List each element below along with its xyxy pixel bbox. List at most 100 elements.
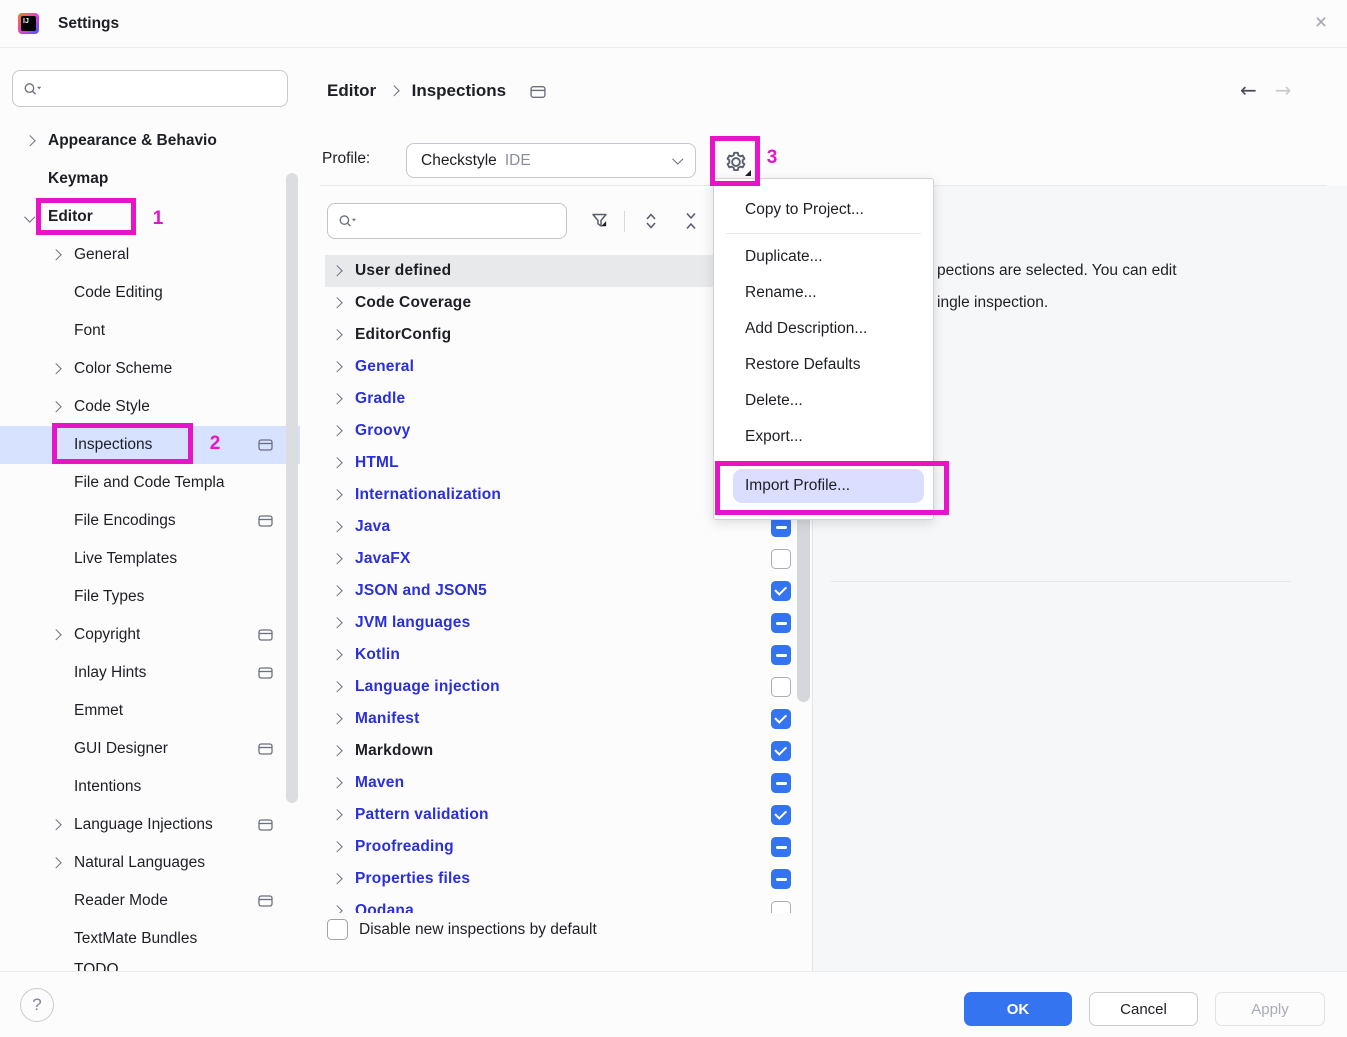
inspections-search-input[interactable] <box>357 213 556 230</box>
disable-new-inspections-checkbox[interactable] <box>327 919 348 940</box>
chevron-right-icon[interactable] <box>331 714 342 725</box>
sidebar-item-inspections[interactable]: Inspections <box>0 426 300 464</box>
sidebar-search[interactable] <box>12 70 288 107</box>
menu-item-duplicate[interactable]: Duplicate... <box>714 239 933 275</box>
chevron-right-icon[interactable] <box>50 402 61 413</box>
chevron-right-icon[interactable] <box>331 394 342 405</box>
chevron-right-icon[interactable] <box>331 778 342 789</box>
checkbox-checked[interactable] <box>771 741 791 761</box>
checkbox-indeterminate[interactable] <box>771 645 791 665</box>
sidebar-item-intentions[interactable]: Intentions <box>0 768 300 806</box>
checkbox-checked[interactable] <box>771 805 791 825</box>
checkbox-indeterminate[interactable] <box>771 837 791 857</box>
menu-item-import-profile[interactable]: Import Profile... <box>733 469 924 503</box>
sidebar-item-code-style[interactable]: Code Style <box>0 388 300 426</box>
sidebar-item-copyright[interactable]: Copyright <box>0 616 300 654</box>
tree-group-jvm-languages[interactable]: JVM languages <box>325 607 812 639</box>
sidebar-item-todo[interactable]: TODO <box>0 951 300 971</box>
tree-group-pattern-validation[interactable]: Pattern validation <box>325 799 812 831</box>
sidebar-item-color-scheme[interactable]: Color Scheme <box>0 350 300 388</box>
sidebar-item-font[interactable]: Font <box>0 312 300 350</box>
chevron-right-icon[interactable] <box>331 618 342 629</box>
chevron-right-icon[interactable] <box>331 810 342 821</box>
chevron-right-icon[interactable] <box>50 250 61 261</box>
chevron-right-icon[interactable] <box>331 458 342 469</box>
chevron-right-icon[interactable] <box>331 874 342 885</box>
chevron-right-icon[interactable] <box>331 522 342 533</box>
sidebar-item-code-editing[interactable]: Code Editing <box>0 274 300 312</box>
tree-group-qodana[interactable]: Qodana <box>325 895 812 913</box>
chevron-right-icon[interactable] <box>24 136 35 147</box>
back-arrow-icon[interactable]: ← <box>1240 78 1257 102</box>
chevron-right-icon[interactable] <box>331 266 342 277</box>
chevron-right-icon[interactable] <box>331 330 342 341</box>
close-icon[interactable]: × <box>1308 10 1334 36</box>
menu-item-export[interactable]: Export... <box>714 419 933 455</box>
tree-group-manifest[interactable]: Manifest <box>325 703 812 735</box>
chevron-right-icon[interactable] <box>50 630 61 641</box>
chevron-down-icon[interactable] <box>24 212 35 223</box>
chevron-right-icon[interactable] <box>331 362 342 373</box>
profile-dropdown[interactable]: Checkstyle IDE <box>406 143 696 178</box>
sidebar-item-gui-designer[interactable]: GUI Designer <box>0 730 300 768</box>
chevron-right-icon[interactable] <box>331 426 342 437</box>
checkbox-unchecked[interactable] <box>771 901 791 913</box>
chevron-right-icon[interactable] <box>50 820 61 831</box>
checkbox-indeterminate[interactable] <box>771 869 791 889</box>
menu-item-rename[interactable]: Rename... <box>714 275 933 311</box>
collapse-all-button[interactable] <box>678 208 704 234</box>
menu-item-add-description[interactable]: Add Description... <box>714 311 933 347</box>
sidebar-scrollbar[interactable] <box>286 173 298 803</box>
chevron-right-icon[interactable] <box>331 906 342 913</box>
ok-button[interactable]: OK <box>964 992 1072 1026</box>
chevron-right-icon[interactable] <box>331 682 342 693</box>
sidebar-item-keymap[interactable]: Keymap <box>0 160 300 198</box>
expand-all-button[interactable] <box>638 208 664 234</box>
breadcrumb-editor[interactable]: Editor <box>327 81 376 101</box>
chevron-right-icon[interactable] <box>50 364 61 375</box>
sidebar-item-natural-languages[interactable]: Natural Languages <box>0 844 300 882</box>
tree-group-properties-files[interactable]: Properties files <box>325 863 812 895</box>
sidebar-item-file-encodings[interactable]: File Encodings <box>0 502 300 540</box>
sidebar-item-general[interactable]: General <box>0 236 300 274</box>
cancel-button[interactable]: Cancel <box>1089 992 1198 1026</box>
sidebar-item-live-templates[interactable]: Live Templates <box>0 540 300 578</box>
tree-group-maven[interactable]: Maven <box>325 767 812 799</box>
sidebar-item-reader-mode[interactable]: Reader Mode <box>0 882 300 920</box>
chevron-right-icon[interactable] <box>331 554 342 565</box>
help-button[interactable]: ? <box>20 988 54 1022</box>
chevron-right-icon[interactable] <box>331 746 342 757</box>
sidebar-item-inlay-hints[interactable]: Inlay Hints <box>0 654 300 692</box>
sidebar-item-emmet[interactable]: Emmet <box>0 692 300 730</box>
tree-group-markdown[interactable]: Markdown <box>325 735 812 767</box>
chevron-right-icon[interactable] <box>331 298 342 309</box>
menu-item-restore-defaults[interactable]: Restore Defaults <box>714 347 933 383</box>
checkbox-checked[interactable] <box>771 709 791 729</box>
tree-group-language-injection[interactable]: Language injection <box>325 671 812 703</box>
sidebar-item-language-injections[interactable]: Language Injections <box>0 806 300 844</box>
menu-item-copy-to-project[interactable]: Copy to Project... <box>714 192 933 228</box>
chevron-right-icon[interactable] <box>331 586 342 597</box>
apply-button[interactable]: Apply <box>1215 992 1325 1026</box>
chevron-right-icon[interactable] <box>331 842 342 853</box>
checkbox-unchecked[interactable] <box>771 677 791 697</box>
checkbox-indeterminate[interactable] <box>771 517 791 537</box>
chevron-right-icon[interactable] <box>50 858 61 869</box>
checkbox-checked[interactable] <box>771 581 791 601</box>
sidebar-item-appearance-behavior[interactable]: Appearance & Behavio <box>0 122 300 160</box>
sidebar-item-file-types[interactable]: File Types <box>0 578 300 616</box>
inspections-search[interactable] <box>327 203 567 239</box>
checkbox-unchecked[interactable] <box>771 549 791 569</box>
tree-group-json-and-json5[interactable]: JSON and JSON5 <box>325 575 812 607</box>
chevron-right-icon[interactable] <box>331 650 342 661</box>
sidebar-item-editor[interactable]: Editor <box>0 198 300 236</box>
checkbox-indeterminate[interactable] <box>771 773 791 793</box>
tree-group-javafx[interactable]: JavaFX <box>325 543 812 575</box>
chevron-right-icon[interactable] <box>331 490 342 501</box>
filter-button[interactable] <box>588 208 614 234</box>
checkbox-indeterminate[interactable] <box>771 613 791 633</box>
menu-item-delete[interactable]: Delete... <box>714 383 933 419</box>
sidebar-item-file-and-code-templates[interactable]: File and Code Templa <box>0 464 300 502</box>
tree-group-proofreading[interactable]: Proofreading <box>325 831 812 863</box>
forward-arrow-icon[interactable]: → <box>1275 78 1292 102</box>
